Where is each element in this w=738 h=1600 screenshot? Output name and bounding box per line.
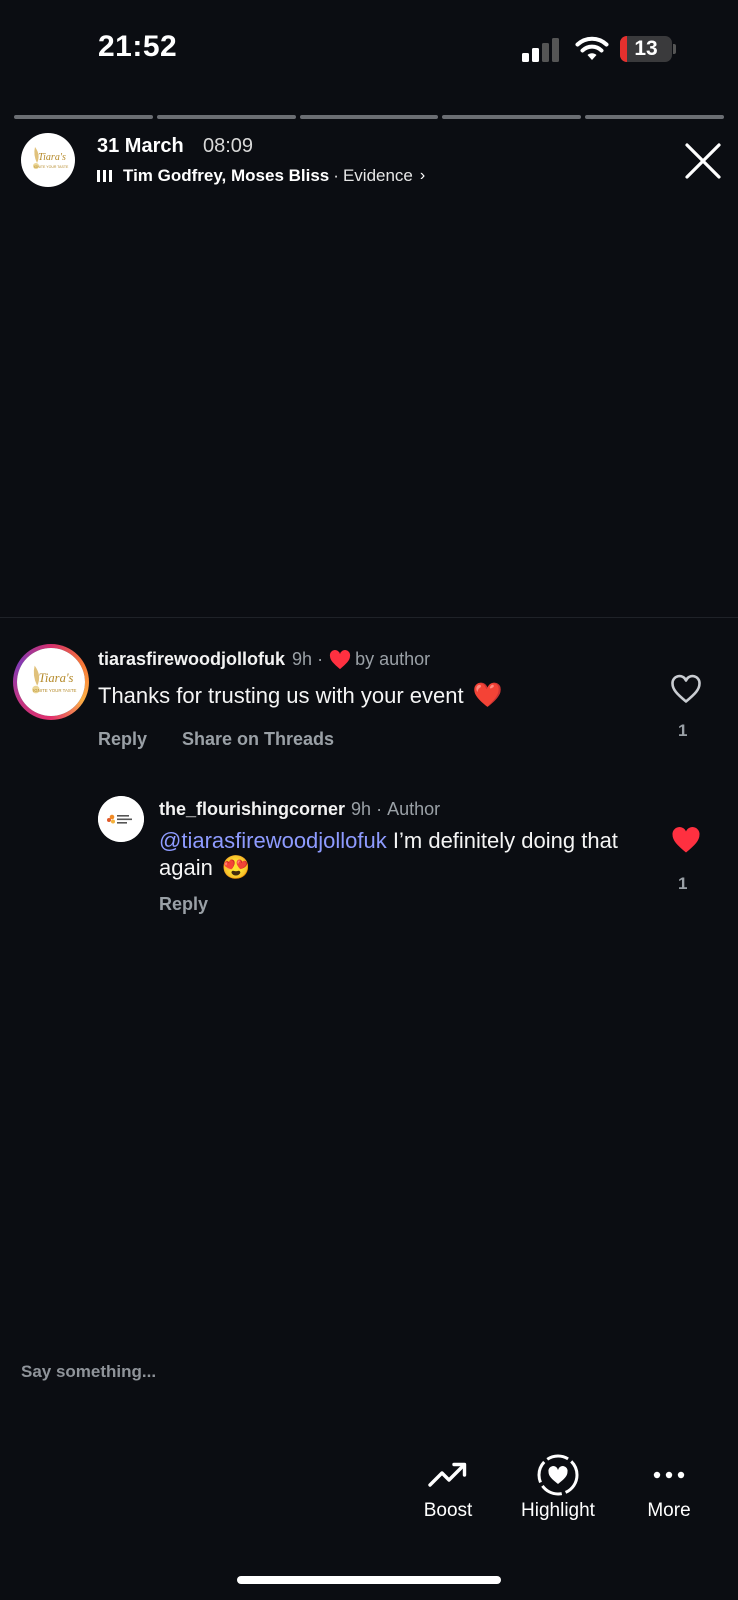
music-artist: Tim Godfrey, Moses Bliss bbox=[123, 166, 330, 185]
boost-button[interactable]: Boost bbox=[398, 1460, 498, 1522]
home-indicator[interactable] bbox=[237, 1576, 501, 1584]
heart-eyes-emoji: 😍 bbox=[221, 854, 251, 880]
battery-level: 13 bbox=[634, 37, 658, 60]
comment-time: 9h bbox=[292, 649, 313, 669]
story-date: 31 March bbox=[97, 135, 184, 157]
story-time: 08:09 bbox=[203, 135, 254, 157]
like-heart-filled-icon[interactable] bbox=[670, 825, 702, 855]
meta-dot: · bbox=[376, 799, 383, 819]
reply-button[interactable]: Reply bbox=[159, 894, 208, 915]
tiaras-logo: Tiara's IGNITE YOUR TASTE bbox=[18, 649, 84, 715]
author-avatar[interactable] bbox=[98, 796, 144, 842]
trending-up-icon bbox=[428, 1462, 467, 1487]
svg-text:Tiara's: Tiara's bbox=[38, 152, 66, 163]
cellular-signal-icon bbox=[522, 38, 559, 62]
comment-input[interactable]: Say something... bbox=[21, 1362, 156, 1382]
comment-username[interactable]: tiarasfirewoodjollofuk bbox=[98, 649, 285, 670]
reply-text: @tiarasfirewoodjollofuk I’m definitely d… bbox=[159, 827, 639, 881]
battery-icon: 13 bbox=[620, 36, 672, 62]
comment-meta: tiarasfirewoodjollofuk 9h · by author bbox=[98, 649, 430, 670]
like-heart-outline-icon[interactable] bbox=[670, 674, 702, 704]
story-progress-segment bbox=[156, 115, 296, 119]
boost-label: Boost bbox=[423, 1500, 473, 1521]
red-heart-emoji: ❤️ bbox=[472, 682, 503, 709]
svg-text:IGNITE YOUR TASTE: IGNITE YOUR TASTE bbox=[33, 688, 76, 693]
more-dots-icon bbox=[653, 1471, 685, 1479]
more-button[interactable]: More bbox=[619, 1460, 719, 1522]
reply-username[interactable]: the_flourishingcorner bbox=[159, 799, 345, 820]
highlight-label: Highlight bbox=[521, 1500, 595, 1521]
close-icon[interactable] bbox=[684, 142, 722, 180]
like-count: 1 bbox=[678, 874, 688, 893]
flourishing-corner-logo bbox=[98, 796, 144, 842]
meta-dot: · bbox=[317, 649, 324, 669]
reply-time: 9h bbox=[351, 799, 372, 819]
story-avatar[interactable]: Tiara's IGNITE YOUR TASTE bbox=[21, 133, 75, 187]
wifi-icon bbox=[575, 36, 609, 60]
story-progress-segment bbox=[14, 115, 153, 119]
liked-by-author-label: by author bbox=[355, 649, 431, 669]
story-progress-segment bbox=[585, 115, 724, 119]
music-attribution[interactable]: Tim Godfrey, Moses Bliss · Evidence › bbox=[97, 166, 425, 186]
reply-button[interactable]: Reply bbox=[98, 729, 147, 750]
music-separator: · bbox=[333, 166, 339, 185]
chevron-right-icon: › bbox=[419, 167, 426, 184]
comment-body: Thanks for trusting us with your event bbox=[98, 682, 464, 708]
tiaras-logo: Tiara's IGNITE YOUR TASTE bbox=[22, 134, 74, 186]
status-time: 21:52 bbox=[98, 30, 178, 63]
commenter-avatar[interactable]: Tiara's IGNITE YOUR TASTE bbox=[13, 644, 89, 720]
music-bars-icon bbox=[97, 170, 112, 182]
more-label: More bbox=[647, 1500, 691, 1521]
comments-divider bbox=[0, 617, 738, 618]
highlight-button[interactable]: Highlight bbox=[508, 1454, 608, 1522]
svg-text:IGNITE YOUR TASTE: IGNITE YOUR TASTE bbox=[34, 165, 69, 169]
liked-by-author-heart-icon bbox=[329, 649, 351, 669]
story-progress-bar bbox=[14, 115, 724, 119]
svg-text:Tiara's: Tiara's bbox=[39, 671, 74, 685]
story-progress-segment bbox=[299, 115, 439, 119]
like-count: 1 bbox=[678, 721, 688, 740]
reply-meta: the_flourishingcorner 9h · Author bbox=[159, 799, 440, 820]
author-badge: Author bbox=[387, 799, 441, 819]
music-song: Evidence bbox=[342, 166, 413, 185]
story-progress-segment bbox=[442, 115, 582, 119]
share-on-threads-button[interactable]: Share on Threads bbox=[182, 729, 334, 750]
battery-nub bbox=[673, 44, 676, 54]
mention-link[interactable]: @tiarasfirewoodjollofuk bbox=[159, 828, 387, 853]
comment-text: Thanks for trusting us with your event ❤… bbox=[98, 681, 503, 710]
highlight-heart-icon bbox=[537, 1454, 579, 1496]
